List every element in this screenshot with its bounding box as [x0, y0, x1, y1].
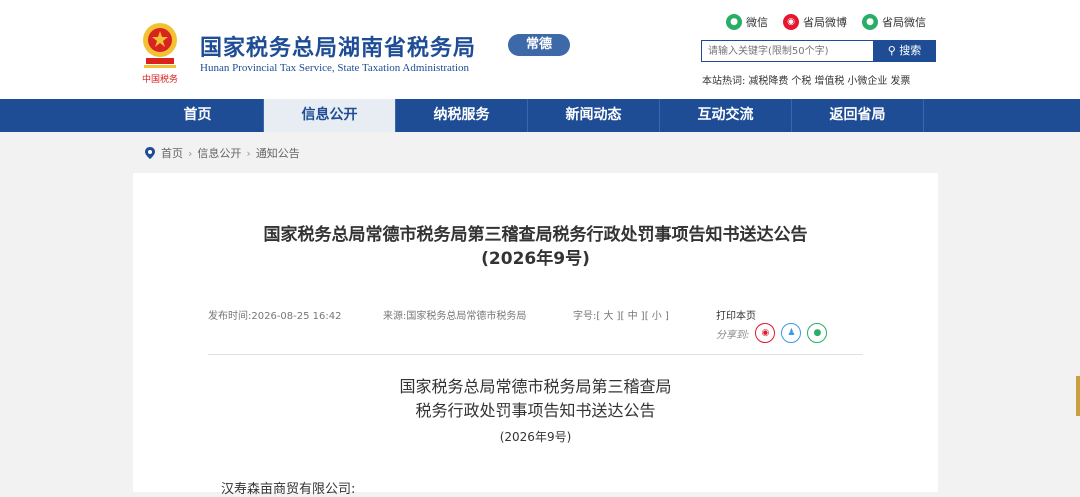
font-size-selector: 字号:[ 大 ][ 中 ][ 小 ]	[573, 307, 669, 322]
logo-text: 中国税务	[142, 73, 178, 85]
nav-item-tax-service[interactable]: 纳税服务	[396, 99, 528, 132]
site-header: 中国税务 国家税务总局湖南省税务局 常德 Hunan Provincial Ta…	[0, 0, 1080, 99]
share-bar: 分享到: ◉ ♟ ●	[716, 323, 828, 343]
addressee: 汉寿森亩商贸有限公司:	[221, 482, 356, 497]
site-subtitle-en: Hunan Provincial Tax Service, State Taxa…	[200, 62, 470, 74]
publish-time: 发布时间:2026-08-25 16:42	[208, 307, 342, 322]
article-source: 来源:国家税务总局常德市税务局	[383, 307, 526, 322]
social-link-weibo[interactable]: ◉ 省局微博	[783, 13, 847, 31]
fontsize-label: 字号:	[573, 311, 597, 322]
weibo-icon: ◉	[783, 14, 799, 30]
site-title[interactable]: 国家税务总局湖南省税务局	[200, 30, 476, 62]
social-label: 省局微博	[803, 16, 847, 29]
body-title-line2: 税务行政处罚事项告知书送达公告	[415, 401, 656, 420]
hotword-link[interactable]: 小微企业	[847, 76, 887, 87]
hotword-link[interactable]: 减税降费	[748, 76, 788, 87]
article-title-line2: (2026年9号)	[481, 249, 590, 269]
breadcrumb-home[interactable]: 首页	[161, 145, 183, 161]
nav-item-back-to-province[interactable]: 返回省局	[792, 99, 924, 132]
share-label: 分享到:	[716, 329, 750, 341]
search-button-label: 搜索	[899, 44, 922, 57]
fontsize-medium[interactable]: [ 中 ]	[621, 311, 645, 322]
article-title-line1: 国家税务总局常德市税务局第三稽查局税务行政处罚事项告知书送达公告	[263, 225, 808, 245]
search-button[interactable]: ⚲ 搜索	[873, 40, 936, 62]
social-link-province-wechat[interactable]: ● 省局微信	[862, 13, 926, 31]
search-input[interactable]	[701, 40, 873, 62]
breadcrumb-notices[interactable]: 通知公告	[256, 145, 300, 161]
qq-share-icon[interactable]: ♟	[781, 323, 802, 343]
location-pin-icon	[145, 147, 155, 159]
hotword-link[interactable]: 个税	[791, 76, 811, 87]
social-label: 微信	[746, 16, 768, 29]
fontsize-large[interactable]: [ 大 ]	[596, 311, 620, 322]
article-title: 国家税务总局常德市税务局第三稽查局税务行政处罚事项告知书送达公告 (2026年9…	[133, 223, 938, 271]
hotword-link[interactable]: 发票	[890, 76, 910, 87]
city-badge: 常德	[508, 34, 570, 56]
breadcrumb-info-disclosure[interactable]: 信息公开	[197, 145, 241, 161]
weibo-share-icon[interactable]: ◉	[755, 323, 776, 343]
source-label: 来源:	[383, 311, 407, 322]
nav-item-interaction[interactable]: 互动交流	[660, 99, 792, 132]
nav-item-info-disclosure[interactable]: 信息公开	[264, 99, 396, 132]
nav-item-news[interactable]: 新闻动态	[528, 99, 660, 132]
fontsize-small[interactable]: [ 小 ]	[645, 311, 669, 322]
wechat-share-icon[interactable]: ●	[807, 323, 828, 343]
divider	[208, 354, 863, 355]
body-subtitle: (2026年9号)	[499, 430, 572, 444]
publish-value: 2026-08-25 16:42	[251, 311, 342, 322]
social-label: 省局微信	[882, 16, 926, 29]
hotwords-label: 本站热词:	[702, 76, 746, 87]
hotwords: 本站热词: 减税降费 个税 增值税 小微企业 发票	[702, 72, 913, 87]
hotword-link[interactable]: 增值税	[814, 76, 844, 87]
chevron-right-icon: ›	[246, 146, 251, 160]
body-title-line1: 国家税务总局常德市税务局第三稽查局	[399, 377, 672, 396]
chevron-right-icon: ›	[188, 146, 193, 160]
source-value: 国家税务总局常德市税务局	[406, 311, 527, 322]
body-title: 国家税务总局常德市税务局第三稽查局 税务行政处罚事项告知书送达公告	[133, 375, 938, 423]
wechat-icon: ●	[726, 14, 742, 30]
nav-item-home[interactable]: 首页	[132, 99, 264, 132]
main-nav: 首页 信息公开 纳税服务 新闻动态 互动交流 返回省局	[0, 99, 1080, 132]
breadcrumb: 首页 › 信息公开 › 通知公告	[145, 145, 300, 161]
print-link[interactable]: 打印本页	[716, 307, 756, 322]
article-card: 国家税务总局常德市税务局第三稽查局税务行政处罚事项告知书送达公告 (2026年9…	[133, 173, 938, 497]
social-link-wechat[interactable]: ● 微信	[726, 13, 768, 31]
wechat-icon: ●	[862, 14, 878, 30]
publish-label: 发布时间:	[208, 311, 252, 322]
search-icon: ⚲	[887, 44, 896, 57]
side-float-tab[interactable]	[1076, 376, 1080, 416]
tax-emblem-logo[interactable]: 中国税务	[134, 18, 186, 88]
